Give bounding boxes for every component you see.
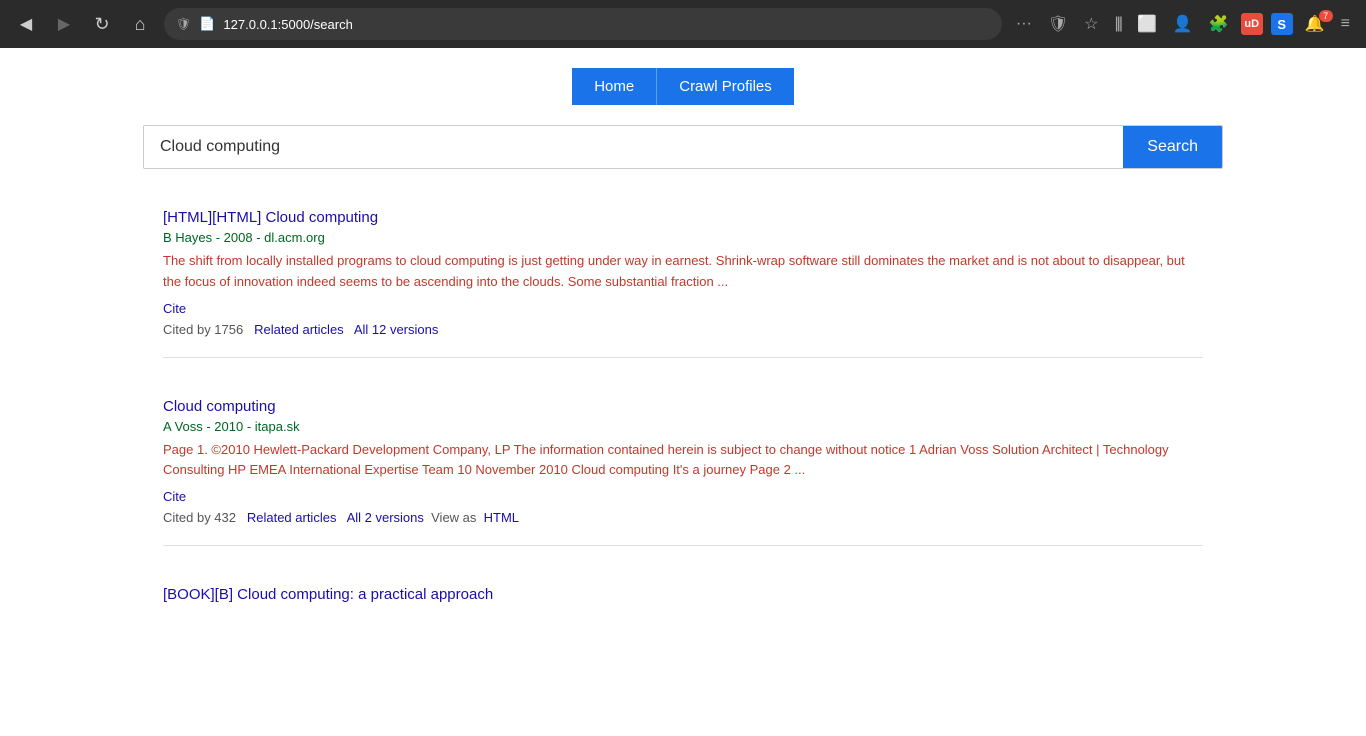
shelf-icon[interactable]: ||| <box>1111 11 1125 37</box>
s-icon[interactable]: S <box>1271 13 1293 35</box>
result-meta: A Voss - 2010 - itapa.sk <box>163 419 1203 434</box>
related-articles-link[interactable]: Related articles <box>247 510 337 525</box>
ublock-icon[interactable]: uD <box>1241 13 1263 35</box>
result-item: [BOOK][B] Cloud computing: a practical a… <box>163 566 1203 627</box>
url-text: 127.0.0.1:5000/search <box>223 17 989 32</box>
crawl-profiles-nav-button[interactable]: Crawl Profiles <box>656 68 794 105</box>
search-button[interactable]: Search <box>1123 126 1222 168</box>
result-cite[interactable]: Cite <box>163 301 1203 316</box>
related-articles-link[interactable]: Related articles <box>254 322 344 337</box>
address-bar[interactable]: 🛡 📄 127.0.0.1:5000/search <box>164 8 1002 40</box>
home-nav-button[interactable]: Home <box>572 68 656 105</box>
reload-button[interactable]: ↻ <box>88 10 116 38</box>
back-button[interactable]: ◀ <box>12 10 40 38</box>
result-links: Cited by 1756 Related articles All 12 ve… <box>163 322 1203 337</box>
cited-by[interactable]: Cited by 432 <box>163 510 236 525</box>
search-input[interactable] <box>144 126 1123 168</box>
all-versions-link[interactable]: All 12 versions <box>354 322 439 337</box>
result-links: Cited by 432 Related articles All 2 vers… <box>163 510 1203 525</box>
bookmark-icon[interactable]: ☆ <box>1080 10 1102 38</box>
result-cite[interactable]: Cite <box>163 489 1203 504</box>
result-snippet: The shift from locally installed program… <box>163 251 1203 293</box>
shield-icon: 🛡 <box>176 17 191 31</box>
result-title[interactable]: [BOOK][B] Cloud computing: a practical a… <box>163 586 1203 603</box>
forward-button[interactable]: ▶ <box>50 10 78 38</box>
profile-icon[interactable]: 👤 <box>1169 10 1197 38</box>
page-content: Home Crawl Profiles Search [HTML][HTML] … <box>0 48 1366 736</box>
browser-toolbar: ··· 🛡 ☆ ||| ⬜ 👤 🧩 uD S 🔔 7 ≡ <box>1012 10 1354 38</box>
menu-icon[interactable]: ≡ <box>1337 11 1354 37</box>
all-versions-link[interactable]: All 2 versions <box>347 510 424 525</box>
pocket-icon[interactable]: 🛡 <box>1044 10 1072 38</box>
result-snippet: Page 1. ©2010 Hewlett-Packard Developmen… <box>163 440 1203 482</box>
result-meta: B Hayes - 2008 - dl.acm.org <box>163 230 1203 245</box>
results-area: [HTML][HTML] Cloud computing B Hayes - 2… <box>143 189 1223 627</box>
doc-icon: 📄 <box>199 16 215 32</box>
result-item: Cloud computing A Voss - 2010 - itapa.sk… <box>163 378 1203 547</box>
result-title[interactable]: [HTML][HTML] Cloud computing <box>163 209 1203 226</box>
browser-chrome: ◀ ▶ ↻ ⌂ 🛡 📄 127.0.0.1:5000/search ··· 🛡 … <box>0 0 1366 48</box>
cited-by[interactable]: Cited by 1756 <box>163 322 243 337</box>
tab-icon[interactable]: ⬜ <box>1133 10 1161 38</box>
result-item: [HTML][HTML] Cloud computing B Hayes - 2… <box>163 189 1203 358</box>
view-as-html-link[interactable]: HTML <box>484 510 519 525</box>
result-title[interactable]: Cloud computing <box>163 398 1203 415</box>
extensions-icon[interactable]: 🧩 <box>1205 10 1233 38</box>
notify-badge: 7 <box>1319 10 1333 22</box>
notify-icon[interactable]: 🔔 7 <box>1301 14 1329 34</box>
nav-bar: Home Crawl Profiles <box>0 48 1366 125</box>
home-button[interactable]: ⌂ <box>126 10 154 38</box>
more-button[interactable]: ··· <box>1012 11 1036 37</box>
search-bar-container: Search <box>143 125 1223 169</box>
